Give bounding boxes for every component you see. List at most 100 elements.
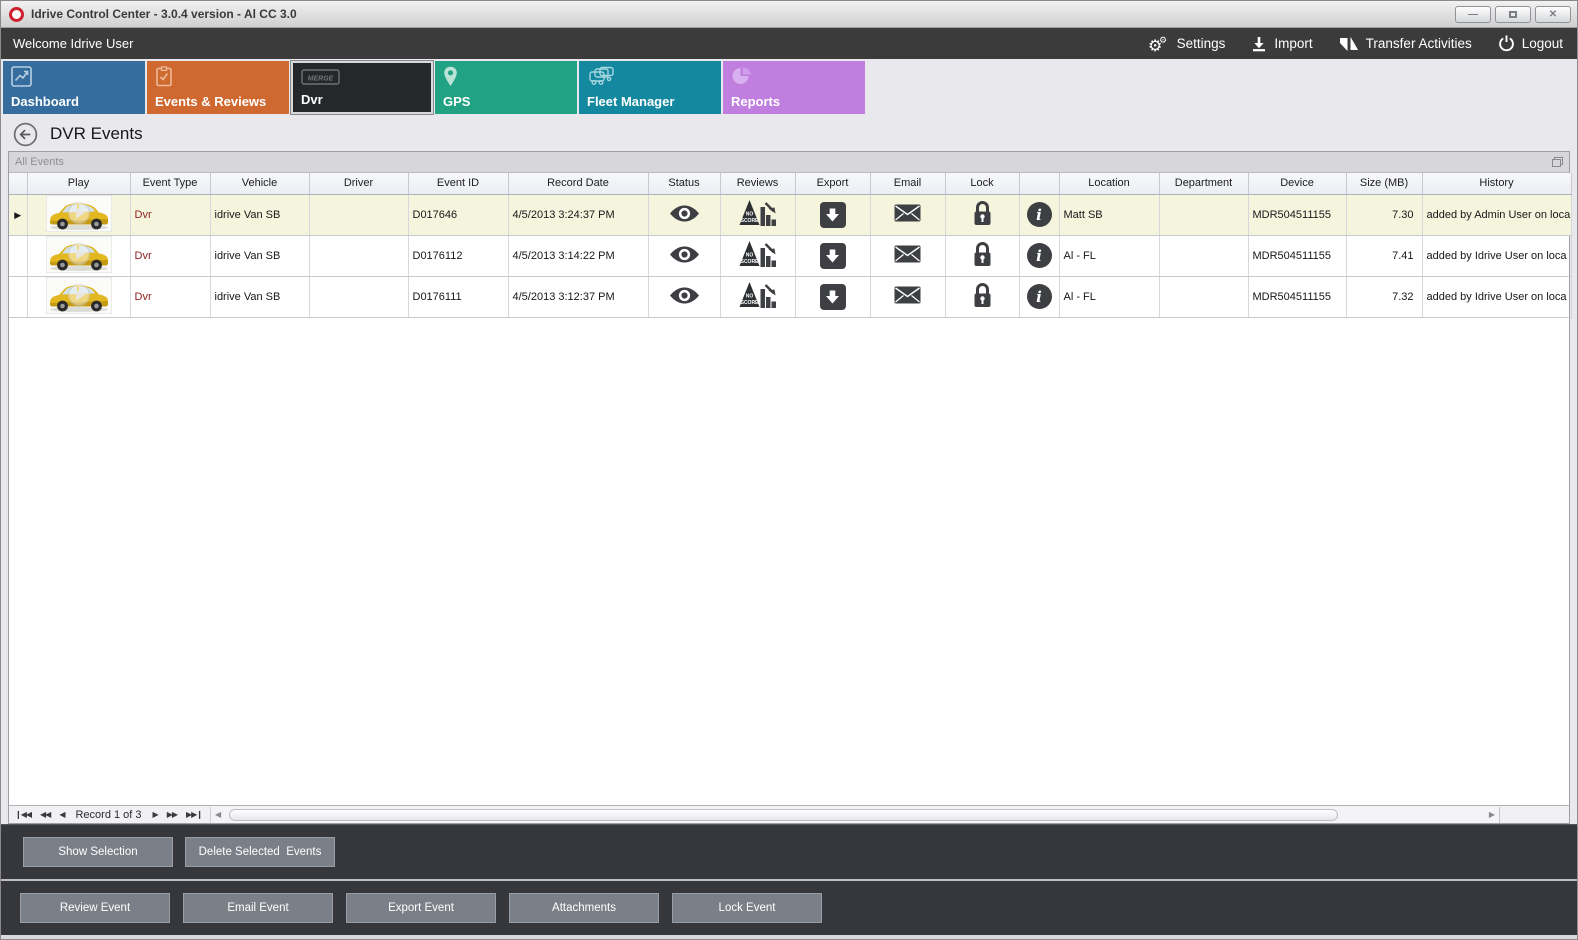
play-thumbnail[interactable] <box>46 277 112 314</box>
review-event-button[interactable]: Review Event <box>20 893 170 923</box>
column-header-blank[interactable] <box>1019 173 1059 194</box>
lock-padlock-icon[interactable] <box>972 259 993 271</box>
status-cell[interactable] <box>648 235 720 276</box>
top-action-transfer-activities[interactable]: Transfer Activities <box>1339 35 1472 53</box>
status-eye-icon[interactable] <box>669 296 700 308</box>
column-header-history[interactable]: History <box>1422 173 1571 194</box>
nav-tile-dashboard[interactable]: Dashboard <box>3 61 145 114</box>
info-icon[interactable]: i <box>1027 243 1052 268</box>
top-action-settings[interactable]: ⚙⚙Settings <box>1146 34 1226 54</box>
scrollbar-thumb[interactable] <box>229 809 1338 821</box>
email-envelope-icon[interactable] <box>894 213 921 225</box>
nav-tile-fleet-manager[interactable]: Fleet Manager <box>579 61 721 114</box>
column-header-reviews[interactable]: Reviews <box>720 173 795 194</box>
prev-page-icon[interactable]: ◀◀ <box>40 810 50 819</box>
email-event-button[interactable]: Email Event <box>183 893 333 923</box>
maximize-button[interactable] <box>1495 6 1531 23</box>
lock-padlock-icon[interactable] <box>972 300 993 312</box>
column-header-event-type[interactable]: Event Type <box>130 173 210 194</box>
column-header-driver[interactable]: Driver <box>309 173 408 194</box>
lock-cell[interactable] <box>945 235 1019 276</box>
export-icon[interactable] <box>820 202 846 228</box>
column-header-status[interactable]: Status <box>648 173 720 194</box>
first-record-icon[interactable]: ❙◀◀ <box>15 810 31 819</box>
export-cell[interactable] <box>795 276 870 317</box>
reviews-cell[interactable]: NOSCORE <box>720 235 795 276</box>
event-row[interactable]: Dvridrive Van SBD01761124/5/2013 3:14:22… <box>9 235 1571 276</box>
back-button[interactable] <box>13 122 38 147</box>
column-header-event-id[interactable]: Event ID <box>408 173 508 194</box>
top-action-label: Logout <box>1522 36 1563 51</box>
next-record-icon[interactable]: ▶ <box>153 810 158 819</box>
column-header-email[interactable]: Email <box>870 173 945 194</box>
email-cell[interactable] <box>870 194 945 235</box>
status-cell[interactable] <box>648 194 720 235</box>
show-selection-button[interactable]: Show Selection <box>23 837 173 867</box>
top-action-logout[interactable]: Logout <box>1498 35 1563 52</box>
horizontal-scrollbar[interactable]: ◀ ▶ <box>210 807 1499 823</box>
email-envelope-icon[interactable] <box>894 254 921 266</box>
scroll-left-icon[interactable]: ◀ <box>211 810 225 819</box>
status-eye-icon[interactable] <box>669 214 700 226</box>
minimize-button[interactable]: — <box>1455 6 1491 23</box>
prev-record-icon[interactable]: ◀ <box>59 810 64 819</box>
no-score-reviews-icon[interactable]: NOSCORE <box>739 219 777 231</box>
email-cell[interactable] <box>870 276 945 317</box>
email-envelope-icon[interactable] <box>894 295 921 307</box>
column-header-play[interactable]: Play <box>27 173 130 194</box>
top-action-import[interactable]: Import <box>1251 36 1312 52</box>
status-eye-icon[interactable] <box>669 255 700 267</box>
play-cell[interactable] <box>27 194 130 235</box>
lock-cell[interactable] <box>945 276 1019 317</box>
column-header-export[interactable]: Export <box>795 173 870 194</box>
event-row[interactable]: Dvridrive Van SBD01761114/5/2013 3:12:37… <box>9 276 1571 317</box>
record-count-label: Record 1 of 3 <box>75 809 141 821</box>
export-icon[interactable] <box>820 284 846 310</box>
reviews-cell[interactable]: NOSCORE <box>720 194 795 235</box>
last-record-icon[interactable]: ▶▶❙ <box>186 810 202 819</box>
column-header-department[interactable]: Department <box>1159 173 1248 194</box>
lock-padlock-icon[interactable] <box>972 218 993 230</box>
close-button[interactable]: ✕ <box>1535 6 1571 23</box>
export-cell[interactable] <box>795 235 870 276</box>
export-icon[interactable] <box>820 243 846 269</box>
nav-tile-dvr[interactable]: MERGEDvr <box>291 61 433 114</box>
delete-selected-events-button[interactable]: Delete Selected Events <box>185 837 335 867</box>
next-page-icon[interactable]: ▶▶ <box>167 810 177 819</box>
export-event-button[interactable]: Export Event <box>346 893 496 923</box>
attachments-button[interactable]: Attachments <box>509 893 659 923</box>
play-thumbnail[interactable] <box>46 236 112 273</box>
nav-tile-reports[interactable]: Reports <box>723 61 865 114</box>
lock-event-button[interactable]: Lock Event <box>672 893 822 923</box>
page-header: DVR Events <box>1 117 1577 151</box>
play-cell[interactable] <box>27 235 130 276</box>
export-cell[interactable] <box>795 194 870 235</box>
column-header-location[interactable]: Location <box>1059 173 1159 194</box>
column-header-lock[interactable]: Lock <box>945 173 1019 194</box>
info-cell[interactable]: i <box>1019 194 1059 235</box>
play-thumbnail[interactable] <box>46 195 112 232</box>
column-header-record-date[interactable]: Record Date <box>508 173 648 194</box>
column-header-size-mb-[interactable]: Size (MB) <box>1346 173 1422 194</box>
no-score-reviews-icon[interactable]: NOSCORE <box>739 260 777 272</box>
column-header-vehicle[interactable]: Vehicle <box>210 173 309 194</box>
play-cell[interactable] <box>27 276 130 317</box>
nav-tile-gps[interactable]: GPS <box>435 61 577 114</box>
info-cell[interactable]: i <box>1019 235 1059 276</box>
no-score-reviews-icon[interactable]: NOSCORE <box>739 301 777 313</box>
column-header-device[interactable]: Device <box>1248 173 1346 194</box>
email-cell[interactable] <box>870 235 945 276</box>
reviews-cell[interactable]: NOSCORE <box>720 276 795 317</box>
status-cell[interactable] <box>648 276 720 317</box>
vehicle-cell: idrive Van SB <box>210 194 309 235</box>
nav-tile-events-reviews[interactable]: Events & Reviews <box>147 61 289 114</box>
info-icon[interactable]: i <box>1027 202 1052 227</box>
column-header-blank[interactable] <box>9 173 27 194</box>
event-row[interactable]: ▶Dvridrive Van SBD0176464/5/2013 3:24:37… <box>9 194 1571 235</box>
scroll-right-icon[interactable]: ▶ <box>1485 810 1499 819</box>
scrollbar-track[interactable] <box>225 808 1485 822</box>
info-cell[interactable]: i <box>1019 276 1059 317</box>
restore-window-icon[interactable] <box>1552 157 1563 167</box>
info-icon[interactable]: i <box>1027 284 1052 309</box>
lock-cell[interactable] <box>945 194 1019 235</box>
